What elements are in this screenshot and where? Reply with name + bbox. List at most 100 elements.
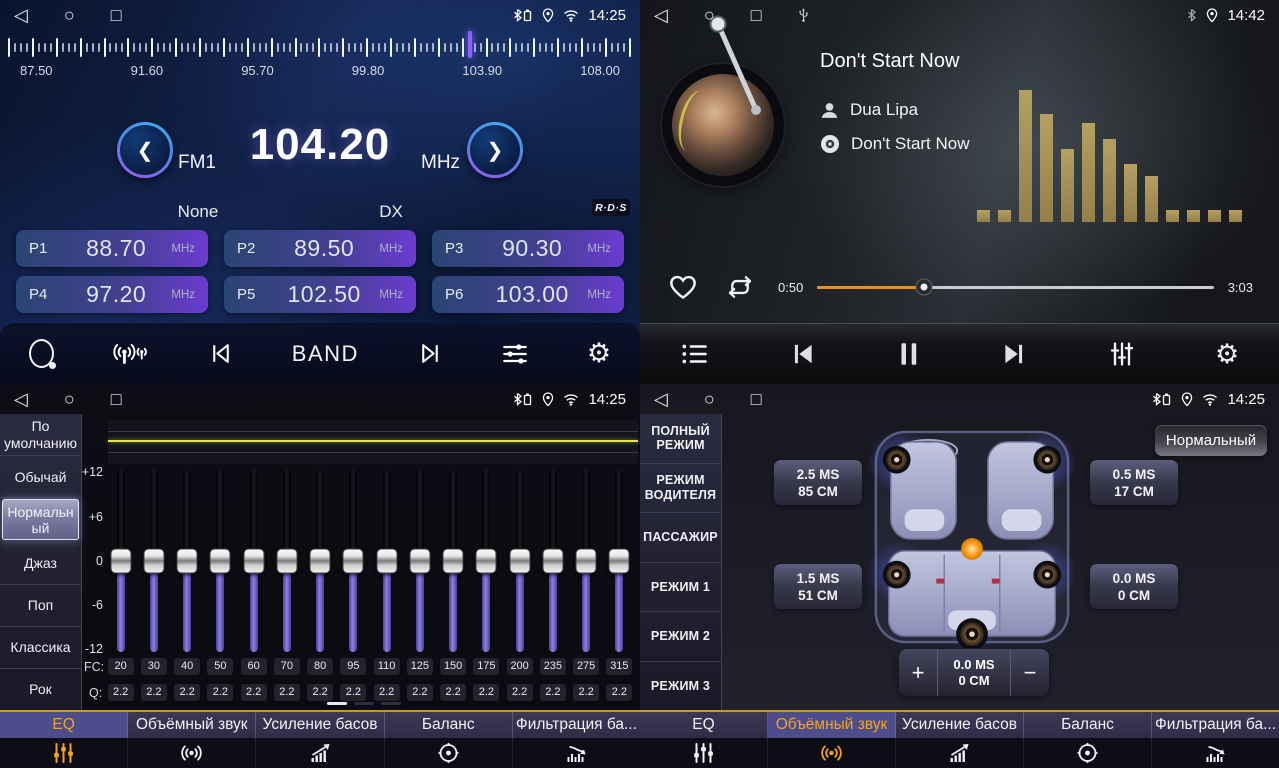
recents-icon[interactable]: □ (111, 5, 122, 26)
tab-balance[interactable]: Баланс (385, 712, 513, 738)
slider-thumb[interactable] (476, 549, 497, 574)
eq-settings-button[interactable] (501, 341, 529, 367)
playlist-button[interactable] (680, 341, 710, 367)
home-icon[interactable]: ○ (64, 389, 75, 410)
front-right-delay[interactable]: 0.5 MS 17 CM (1090, 460, 1178, 505)
rear-left-delay[interactable]: 1.5 MS 51 CM (774, 564, 862, 609)
slider-thumb[interactable] (509, 549, 530, 574)
tab-bass-boost[interactable]: Усиление басов (256, 712, 384, 738)
slider-thumb[interactable] (310, 549, 331, 574)
tab-surround-sound[interactable]: Объёмный звук (128, 712, 256, 738)
slider-thumb[interactable] (443, 549, 464, 574)
eq-band-slider[interactable] (370, 470, 403, 652)
surround-sound-icon[interactable] (768, 738, 896, 768)
balance-icon[interactable] (385, 738, 513, 768)
slider-thumb[interactable] (409, 549, 430, 574)
eq-band-slider[interactable] (536, 470, 569, 652)
eq-preset-item[interactable]: Обычай (0, 456, 81, 498)
settings-button[interactable]: ⚙ (1215, 341, 1239, 368)
bass-boost-icon[interactable] (896, 738, 1024, 768)
slider-thumb[interactable] (609, 549, 630, 574)
front-left-delay[interactable]: 2.5 MS 85 CM (774, 460, 862, 505)
eq-band-slider[interactable] (503, 470, 536, 652)
home-icon[interactable]: ○ (704, 389, 715, 410)
preset-button-6[interactable]: P6 103.00 MHz (432, 276, 624, 313)
back-icon[interactable]: ◁ (654, 5, 668, 26)
rear-right-delay[interactable]: 0.0 MS 0 CM (1090, 564, 1178, 609)
eq-preset-item[interactable]: Классика (0, 627, 81, 669)
eq-band-slider[interactable] (570, 470, 603, 652)
seek-next-button[interactable] (417, 340, 444, 367)
previous-track-button[interactable] (789, 340, 817, 368)
decrease-delay-button[interactable]: − (1011, 649, 1049, 696)
listening-mode-item[interactable]: ПАССАЖИР (640, 513, 721, 563)
eq-preset-item[interactable]: Рок (0, 669, 81, 710)
preset-button-2[interactable]: P2 89.50 MHz (224, 230, 416, 267)
back-icon[interactable]: ◁ (14, 5, 28, 26)
recents-icon[interactable]: □ (751, 5, 762, 26)
bass-boost-icon[interactable] (256, 738, 384, 768)
tab-filter[interactable]: Фильтрация ба... (1152, 712, 1279, 738)
pause-button[interactable] (897, 340, 921, 368)
back-icon[interactable]: ◁ (14, 389, 28, 410)
preset-button-4[interactable]: P4 97.20 MHz (16, 276, 208, 313)
back-icon[interactable]: ◁ (654, 389, 668, 410)
band-button[interactable]: BAND (292, 341, 359, 367)
increase-delay-button[interactable]: + (899, 649, 937, 696)
slider-thumb[interactable] (376, 549, 397, 574)
slider-thumb[interactable] (110, 549, 131, 574)
tab-eq-sliders[interactable]: EQ (640, 712, 768, 738)
slider-thumb[interactable] (576, 549, 597, 574)
eq-preset-item[interactable]: Джаз (0, 542, 81, 584)
slider-thumb[interactable] (210, 549, 231, 574)
listening-mode-item[interactable]: РЕЖИМ 2 (640, 612, 721, 662)
home-icon[interactable]: ○ (64, 5, 75, 26)
preset-button-1[interactable]: P1 88.70 MHz (16, 230, 208, 267)
filter-icon[interactable] (513, 738, 640, 768)
tune-down-button[interactable]: ❮ (117, 122, 173, 178)
eq-band-slider[interactable] (304, 470, 337, 652)
car-cabin-diagram[interactable] (868, 426, 1076, 648)
sound-preset-button[interactable]: Нормальный (1155, 425, 1267, 456)
recents-icon[interactable]: □ (111, 389, 122, 410)
eq-sliders-icon[interactable] (640, 738, 768, 768)
listening-mode-item[interactable]: РЕЖИМ 3 (640, 662, 721, 711)
eq-band-slider[interactable] (603, 470, 636, 652)
surround-sound-icon[interactable] (128, 738, 256, 768)
eq-band-slider[interactable] (237, 470, 270, 652)
preset-button-3[interactable]: P3 90.30 MHz (432, 230, 624, 267)
eq-band-slider[interactable] (437, 470, 470, 652)
home-icon[interactable]: ○ (704, 5, 715, 26)
radio-frequency-scale[interactable] (8, 34, 632, 60)
favorite-button[interactable] (668, 274, 698, 301)
tab-bass-boost[interactable]: Усиление басов (896, 712, 1024, 738)
eq-band-slider[interactable] (137, 470, 170, 652)
listening-position-marker[interactable] (961, 538, 983, 560)
slider-thumb[interactable] (143, 549, 164, 574)
filter-icon[interactable] (1152, 738, 1279, 768)
eq-band-slider[interactable] (337, 470, 370, 652)
eq-sliders-icon[interactable] (0, 738, 128, 768)
progress-bar[interactable] (817, 286, 1213, 289)
seek-previous-button[interactable] (207, 340, 234, 367)
eq-band-slider[interactable] (104, 470, 137, 652)
listening-mode-item[interactable]: РЕЖИМ 1 (640, 563, 721, 613)
repeat-button[interactable] (724, 274, 756, 300)
eq-preset-item[interactable]: Нормальный (2, 499, 79, 541)
slider-thumb[interactable] (177, 549, 198, 574)
next-track-button[interactable] (1000, 340, 1028, 368)
broadcast-button[interactable] (111, 340, 149, 367)
eq-band-slider[interactable] (403, 470, 436, 652)
listening-mode-item[interactable]: РЕЖИМ ВОДИТЕЛЯ (640, 464, 721, 514)
tab-filter[interactable]: Фильтрация ба... (513, 712, 640, 738)
tab-balance[interactable]: Баланс (1024, 712, 1152, 738)
slider-thumb[interactable] (542, 549, 563, 574)
eq-preset-item[interactable]: Поп (0, 585, 81, 627)
eq-band-slider[interactable] (204, 470, 237, 652)
progress-knob[interactable] (917, 280, 932, 295)
listening-mode-item[interactable]: ПОЛНЫЙ РЕЖИМ (640, 414, 721, 464)
recents-icon[interactable]: □ (751, 389, 762, 410)
equalizer-button[interactable] (1108, 340, 1136, 368)
slider-thumb[interactable] (276, 549, 297, 574)
eq-band-slider[interactable] (270, 470, 303, 652)
